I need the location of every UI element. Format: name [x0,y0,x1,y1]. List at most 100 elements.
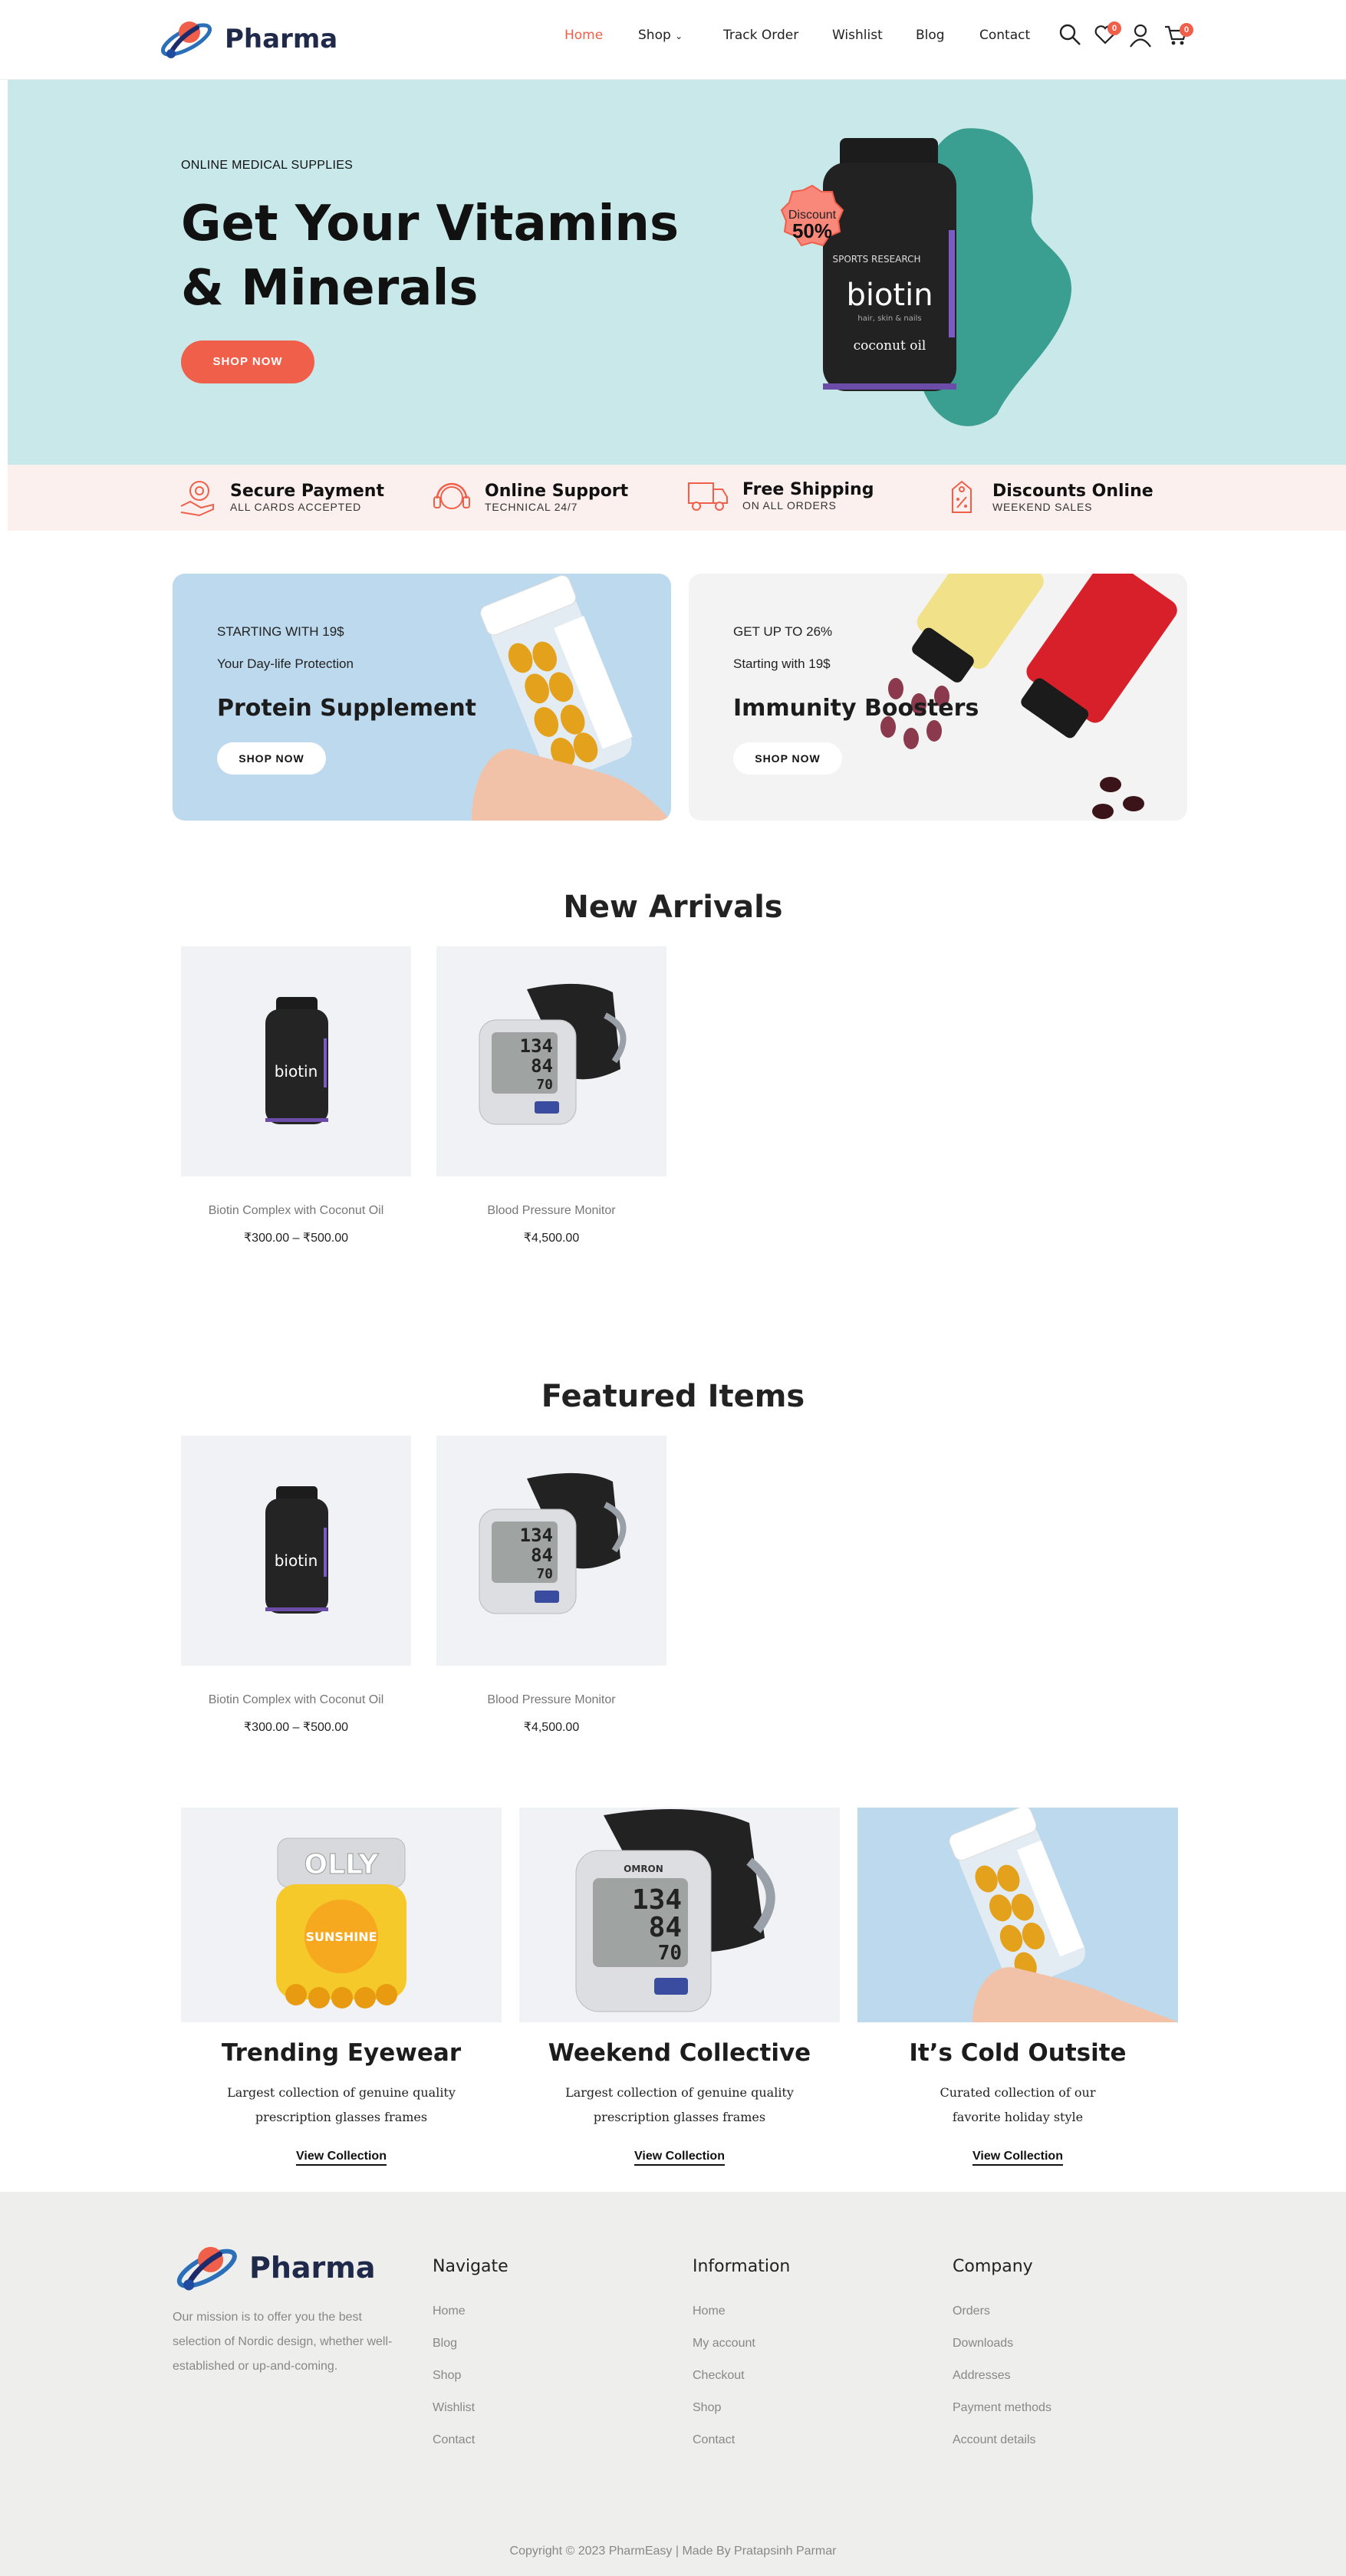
product-card[interactable]: biotin Biotin Complex with Coconut Oil ₹… [181,1436,411,1735]
product-image: 134 84 70 [436,1436,666,1666]
bottle-label-text: biotin [846,278,933,313]
view-collection-link[interactable]: View Collection [296,2150,387,2166]
feature-sub: TECHNICAL 24/7 [485,501,578,513]
user-icon[interactable] [1129,23,1152,48]
product-price: ₹300.00 – ₹500.00 [243,1721,349,1734]
feature-title: Free Shipping [742,480,874,499]
new-arrivals-title: New Arrivals [563,890,783,925]
feature-sub: WEEKEND SALES [992,501,1093,513]
product-name[interactable]: Blood Pressure Monitor [436,1204,666,1218]
nav-shop[interactable]: Shop ⌄ [638,28,683,43]
jar-label-text: SUNSHINE [305,1930,377,1944]
footer-link[interactable]: Blog [433,2337,457,2351]
promo-subtitle: Your Day-life Protection [217,656,354,671]
product-name[interactable]: Biotin Complex with Coconut Oil [181,1693,411,1707]
wishlist-button[interactable]: 0 [1094,21,1121,46]
cart-button[interactable]: 0 [1164,23,1193,48]
truck-icon [688,482,728,511]
footer-link[interactable]: Payment methods [953,2401,1051,2415]
footer-logo[interactable]: Pharma [173,2238,376,2298]
site-logo[interactable]: Pharma [157,12,337,66]
footer-link[interactable]: Checkout [693,2369,745,2383]
promo-kicker: GET UP TO 26% [733,624,833,639]
collection-description: Largest collection of genuine quality pr… [227,2085,456,2124]
nav-track-order[interactable]: Track Order [723,28,798,43]
bottle-sub-text: hair, skin & nails [857,314,921,323]
bp-monitor-image: 134 84 70 [479,1472,627,1614]
footer-link[interactable]: Wishlist [433,2401,475,2415]
search-icon[interactable] [1058,23,1081,46]
biotin-bottle-image: biotin [265,1486,328,1614]
product-price: ₹4,500.00 [523,1232,580,1245]
product-image: biotin [181,1436,411,1666]
monitor-reading-pulse: 70 [536,1077,553,1093]
collection-title: Weekend Collective [548,2039,811,2067]
collection-image [857,1808,1178,2022]
collection-description: Largest collection of genuine quality pr… [565,2085,794,2124]
promo-shop-now-button[interactable]: SHOP NOW [217,742,326,775]
nav-contact[interactable]: Contact [979,28,1030,43]
bp-monitor-image: OMRON 134 84 70 [575,1809,775,2012]
feature-discounts-online: Discounts Online WEEKEND SALES [945,479,1153,517]
footer-link[interactable]: Contact [693,2433,735,2447]
monitor-reading-diastolic: 84 [531,1055,553,1077]
collection-description: Curated collection of our favorite holid… [940,2085,1096,2124]
chevron-down-icon: ⌄ [675,31,683,41]
promo-shop-now-button[interactable]: SHOP NOW [733,742,842,775]
footer-link[interactable]: Addresses [953,2369,1011,2383]
hero-product-image: SPORTS RESEARCH biotin hair, skin & nail… [780,128,1072,426]
product-name[interactable]: Blood Pressure Monitor [436,1693,666,1707]
collection-image: OMRON 134 84 70 [519,1808,840,2022]
product-card[interactable]: 134 84 70 Blood Pressure Monitor ₹4,500.… [436,1436,666,1735]
footer-link[interactable]: Downloads [953,2337,1013,2351]
nav-blog[interactable]: Blog [916,28,945,43]
wishlist-count-badge: 0 [1107,21,1121,35]
collection-title: Trending Eyewear [221,2039,462,2067]
promo-subtitle: Starting with 19$ [733,656,831,671]
hero-shop-now-button[interactable]: SHOP NOW [181,341,314,383]
footer-link[interactable]: Shop [693,2401,721,2415]
logo-icon [176,2246,237,2291]
promo-card-protein[interactable]: STARTING WITH 19$ Your Day-life Protecti… [173,574,671,821]
product-price: ₹4,500.00 [523,1721,580,1734]
footer-logo-text: Pharma [249,2251,376,2285]
product-card[interactable]: 134 84 70 Blood Pressure Monitor ₹4,500.… [436,946,666,1245]
footer-link[interactable]: Contact [433,2433,475,2447]
collection-image: OLLY SUNSHINE [181,1808,502,2022]
feature-title: Secure Payment [230,482,384,501]
bp-monitor-image: 134 84 70 [479,983,627,1125]
logo-text: Pharma [225,24,338,54]
collection-title: It’s Cold Outsite [909,2039,1127,2067]
product-image: 134 84 70 [436,946,666,1176]
monitor-reading-pulse: 70 [658,1942,682,1965]
collection-card: OLLY SUNSHINE Trending Eyewear Largest c… [181,1808,502,2166]
view-collection-link[interactable]: View Collection [972,2150,1063,2166]
bottle-brand-text: SPORTS RESEARCH [833,254,921,265]
collection-card: OMRON 134 84 70 Weekend Collective Large… [519,1808,840,2166]
site-header: Pharma Home Shop ⌄ Track Order Wishlist … [0,0,1346,80]
footer-link[interactable]: My account [693,2337,755,2351]
bottle-label-text: biotin [275,1551,318,1570]
feature-sub: ALL CARDS ACCEPTED [230,501,362,513]
discount-tag-icon [952,480,972,513]
footer-link[interactable]: Shop [433,2369,461,2383]
footer-link[interactable]: Orders [953,2305,990,2318]
product-name[interactable]: Biotin Complex with Coconut Oil [181,1204,411,1218]
footer-link[interactable]: Home [693,2305,726,2318]
footer-mission: Our mission is to offer you the best sel… [173,2311,393,2373]
nav-shop-label: Shop [638,28,671,43]
nav-home[interactable]: Home [564,28,603,43]
hero-title: Get Your Vitamins & Minerals [181,196,680,317]
feature-title: Discounts Online [992,482,1153,501]
bottle-coconut-text: coconut oil [854,338,926,354]
monitor-reading-systolic: 134 [520,1525,553,1546]
feature-secure-payment: Secure Payment ALL CARDS ACCEPTED [179,479,384,517]
monitor-reading-systolic: 134 [632,1884,682,1916]
promo-card-immunity[interactable]: GET UP TO 26% Starting with 19$ Immunity… [689,574,1187,821]
footer-link[interactable]: Account details [953,2433,1036,2447]
product-card[interactable]: biotin Biotin Complex with Coconut Oil ₹… [181,946,411,1245]
feature-title: Online Support [485,482,629,501]
view-collection-link[interactable]: View Collection [634,2150,725,2166]
nav-wishlist[interactable]: Wishlist [832,28,883,43]
footer-link[interactable]: Home [433,2305,466,2318]
